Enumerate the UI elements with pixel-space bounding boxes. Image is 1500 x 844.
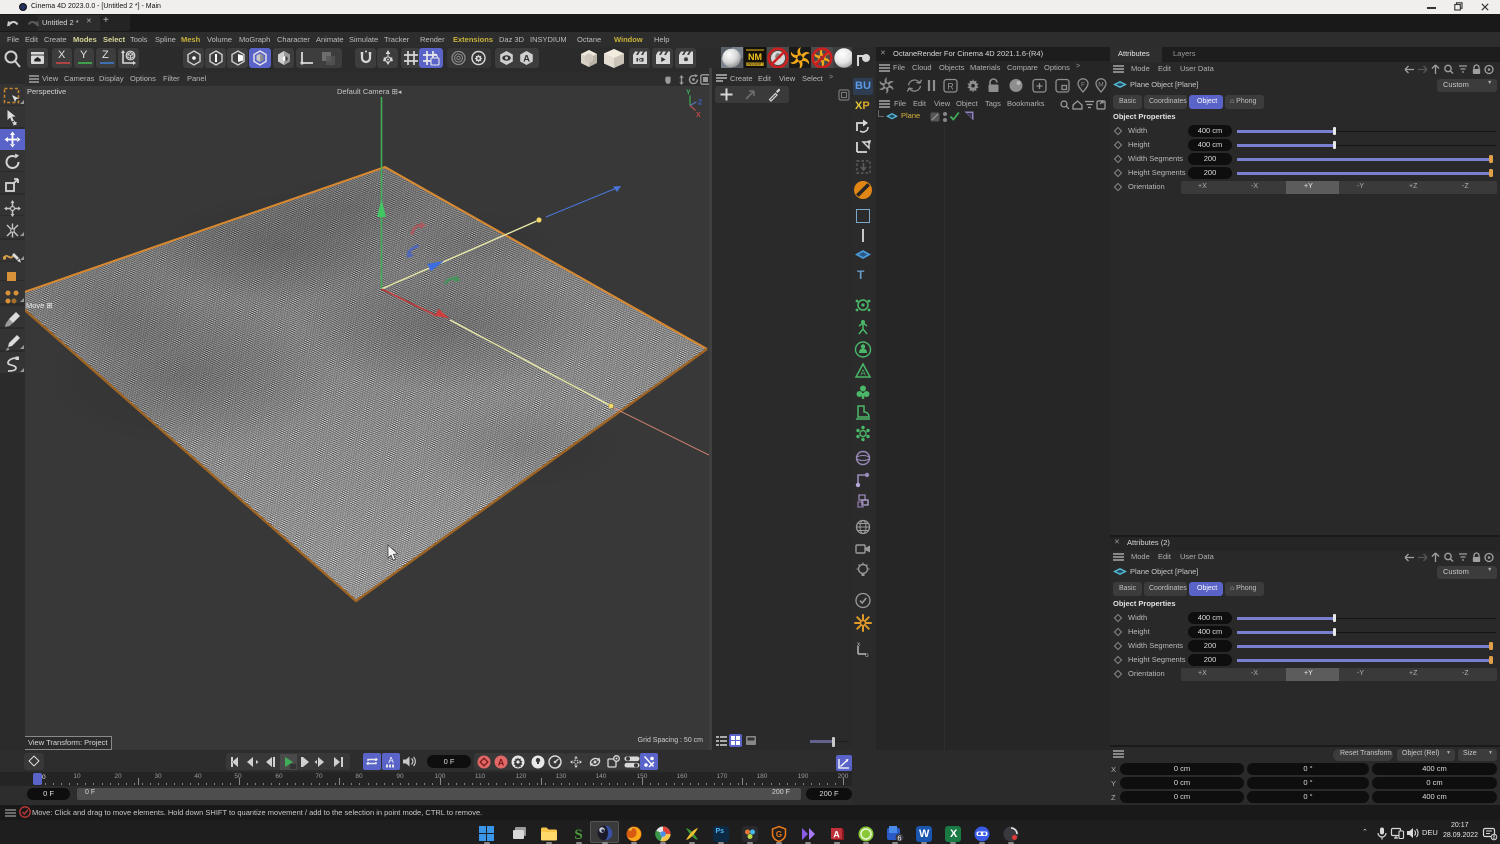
svg-text:R: R	[947, 82, 954, 92]
svg-text:F: F	[1081, 82, 1085, 89]
svg-text:Z: Z	[698, 100, 703, 107]
svg-text:G: G	[776, 830, 782, 839]
svg-text:A: A	[498, 758, 505, 768]
svg-text:S: S	[574, 827, 582, 843]
svg-text:A: A	[860, 369, 866, 378]
svg-text:X: X	[696, 112, 701, 119]
svg-text:A: A	[833, 830, 840, 840]
svg-text:A: A	[523, 54, 530, 65]
svg-text:M: M	[1098, 82, 1103, 89]
svg-text:Y: Y	[686, 90, 691, 97]
svg-text:6: 6	[897, 833, 901, 842]
svg-text:NM: NM	[748, 52, 762, 62]
svg-text:o: o	[865, 652, 869, 659]
svg-text:A: A	[388, 756, 394, 765]
svg-text:NEWSGRP 1.0: NEWSGRP 1.0	[743, 62, 767, 66]
svg-text:x: x	[857, 641, 861, 648]
svg-text:8: 8	[1493, 835, 1496, 841]
